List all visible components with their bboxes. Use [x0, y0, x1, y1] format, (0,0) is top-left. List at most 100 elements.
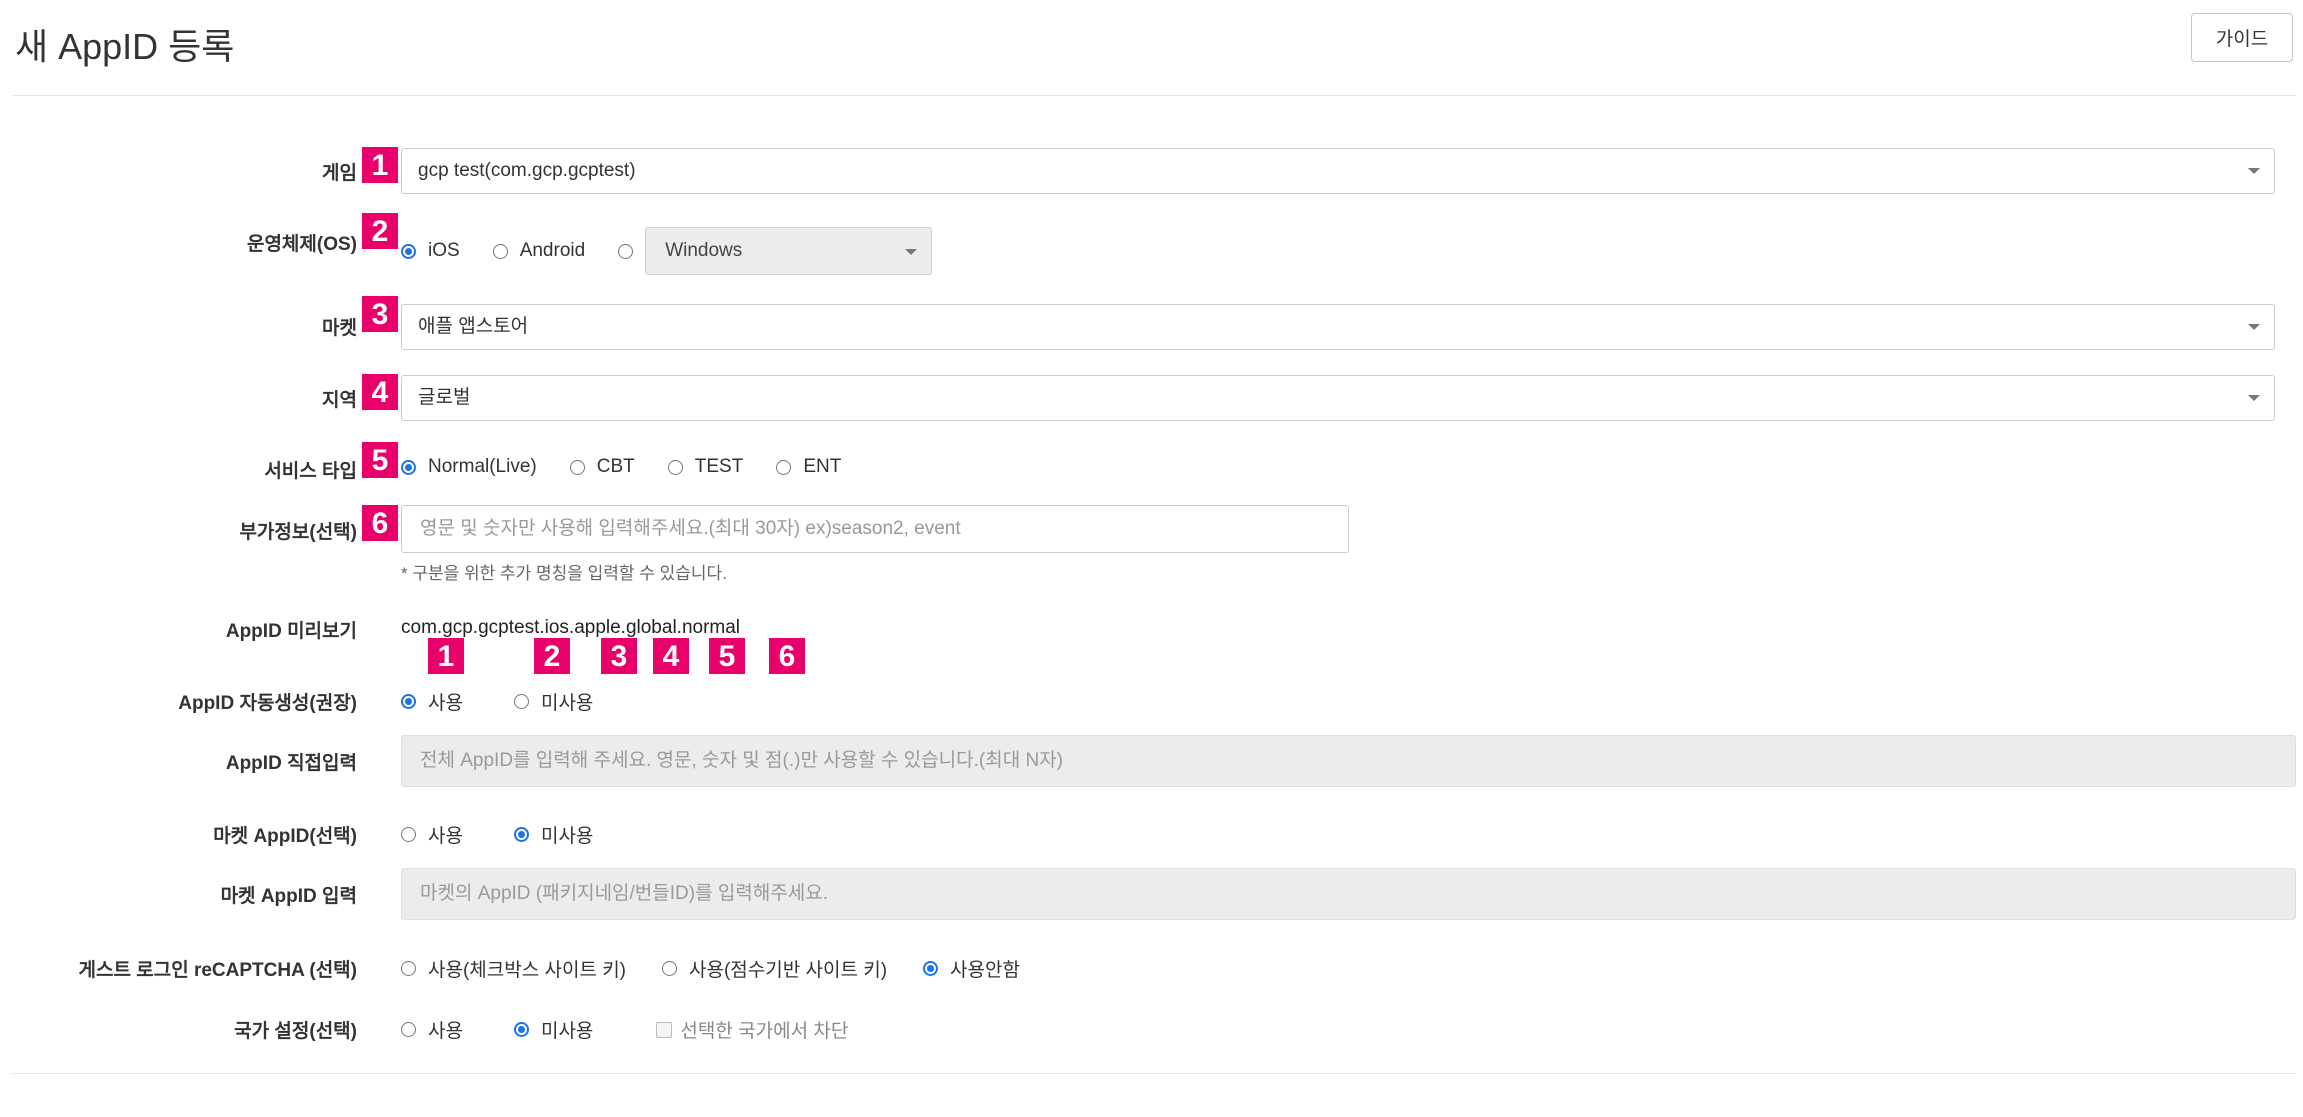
- recaptcha-option-none-label: 사용안함: [950, 960, 1020, 981]
- preview-badge-3: 3: [601, 638, 637, 674]
- service-option-cbt-label: CBT: [596, 456, 635, 477]
- market-appid-option-use[interactable]: 사용: [401, 821, 463, 848]
- appid-register-page: 새 AppID 등록 가이드 게임 1 gcp test(com.gcp.gcp…: [0, 0, 2303, 1117]
- appid-auto-radio-group: 사용 미사용: [401, 688, 626, 715]
- appid-auto-option-nouse[interactable]: 미사용: [513, 688, 593, 715]
- service-option-ent-label: ENT: [803, 456, 842, 477]
- radio-appid-auto-use[interactable]: [401, 694, 416, 709]
- service-type-radio-group: Normal(Live) CBT TEST ENT: [401, 456, 874, 478]
- os-label: 운영체제(OS): [246, 234, 357, 255]
- preview-badge-5: 5: [709, 638, 745, 674]
- country-option-nouse[interactable]: 미사용: [513, 1016, 594, 1043]
- radio-market-appid-nouse[interactable]: [513, 827, 529, 842]
- radio-android[interactable]: [492, 243, 508, 259]
- country-option-nouse-label: 미사용: [540, 1021, 594, 1042]
- radio-recaptcha-checkbox[interactable]: [401, 961, 416, 976]
- country-block-checkbox[interactable]: [656, 1021, 673, 1038]
- appid-auto-label: AppID 자동생성(권장): [178, 693, 357, 714]
- radio-appid-auto-nouse[interactable]: [513, 694, 529, 709]
- os-option-android[interactable]: Android: [492, 240, 586, 262]
- service-option-normal[interactable]: Normal(Live): [401, 456, 537, 478]
- region-label: 지역: [322, 390, 357, 411]
- radio-market-appid-use[interactable]: [401, 827, 416, 842]
- radio-recaptcha-none[interactable]: [923, 961, 939, 976]
- service-type-row: 서비스 타입 5 Normal(Live) CBT TEST ENT: [0, 442, 2303, 482]
- region-select[interactable]: 글로벌: [401, 375, 2275, 421]
- appid-preview-label: AppID 미리보기: [225, 621, 357, 642]
- market-select-value: 애플 앱스토어: [418, 316, 529, 337]
- os-option-android-label: Android: [519, 240, 586, 261]
- market-appid-input-row: 마켓 AppID 입력: [0, 868, 2303, 920]
- extra-info-input[interactable]: [401, 505, 1349, 553]
- market-select[interactable]: 애플 앱스토어: [401, 304, 2275, 350]
- chevron-down-icon: [2248, 395, 2260, 401]
- radio-cbt[interactable]: [569, 459, 585, 475]
- region-row: 지역 4 글로벌: [0, 374, 2303, 422]
- market-appid-row: 마켓 AppID(선택) 사용 미사용: [0, 818, 2303, 848]
- recaptcha-option-score[interactable]: 사용(점수기반 사이트 키): [662, 955, 887, 982]
- extra-info-label: 부가정보(선택): [239, 522, 357, 543]
- market-appid-radio-group: 사용 미사용: [401, 821, 626, 848]
- radio-normal[interactable]: [401, 459, 416, 475]
- radio-country-use[interactable]: [401, 1022, 416, 1037]
- appid-preview-value: com.gcp.gcptest.ios.apple.global.normal: [401, 617, 741, 638]
- recaptcha-radio-group: 사용(체크박스 사이트 키) 사용(점수기반 사이트 키) 사용안함: [401, 955, 1053, 982]
- chevron-down-icon: [905, 249, 918, 255]
- market-appid-option-nouse-label: 미사용: [540, 826, 594, 847]
- chevron-down-icon: [2248, 168, 2260, 174]
- service-option-test[interactable]: TEST: [667, 456, 744, 478]
- badge-4: 4: [362, 374, 398, 410]
- appid-auto-option-use[interactable]: 사용: [401, 688, 463, 715]
- country-option-use-label: 사용: [428, 1021, 463, 1042]
- preview-badge-2: 2: [534, 638, 570, 674]
- country-block-option[interactable]: 선택한 국가에서 차단: [656, 1016, 848, 1043]
- guide-button[interactable]: 가이드: [2191, 13, 2293, 62]
- appid-auto-row: AppID 자동생성(권장) 사용 미사용: [0, 685, 2303, 715]
- service-option-test-label: TEST: [694, 456, 744, 477]
- appid-auto-option-use-label: 사용: [428, 693, 463, 714]
- radio-ios[interactable]: [401, 243, 416, 259]
- radio-recaptcha-score[interactable]: [662, 961, 678, 976]
- preview-badge-4: 4: [653, 638, 689, 674]
- preview-badge-1: 1: [428, 638, 464, 674]
- page-title: 새 AppID 등록: [15, 26, 235, 67]
- market-appid-option-nouse[interactable]: 미사용: [513, 821, 594, 848]
- game-row: 게임 1 gcp test(com.gcp.gcptest): [0, 147, 2303, 195]
- preview-badge-6: 6: [769, 638, 805, 674]
- os-option-ios-label: iOS: [428, 240, 460, 261]
- recaptcha-option-checkbox[interactable]: 사용(체크박스 사이트 키): [401, 955, 626, 982]
- os-row: 운영체제(OS) 2 iOS Android Windows: [0, 213, 2303, 277]
- service-type-label: 서비스 타입: [264, 461, 357, 482]
- market-appid-input-label: 마켓 AppID 입력: [220, 886, 357, 907]
- os-other-select[interactable]: Windows: [645, 227, 933, 275]
- recaptcha-option-none[interactable]: 사용안함: [923, 955, 1020, 982]
- country-radio-group: 사용 미사용 선택한 국가에서 차단: [401, 1016, 881, 1043]
- appid-direct-input[interactable]: [401, 735, 2296, 787]
- badge-6: 6: [362, 505, 398, 541]
- radio-other[interactable]: [618, 243, 634, 259]
- appid-preview-row: AppID 미리보기 com.gcp.gcptest.ios.apple.glo…: [0, 614, 2303, 674]
- recaptcha-option-score-label: 사용(점수기반 사이트 키): [689, 960, 888, 981]
- radio-country-nouse[interactable]: [513, 1022, 529, 1037]
- service-option-ent[interactable]: ENT: [776, 456, 841, 478]
- country-block-label: 선택한 국가에서 차단: [680, 1021, 849, 1042]
- os-option-other[interactable]: Windows: [618, 227, 933, 275]
- market-appid-input[interactable]: [401, 868, 2296, 920]
- badge-2: 2: [362, 213, 398, 249]
- os-other-select-value: Windows: [665, 240, 743, 261]
- country-label: 국가 설정(선택): [234, 1021, 357, 1042]
- game-select-value: gcp test(com.gcp.gcptest): [418, 160, 636, 181]
- market-appid-option-use-label: 사용: [428, 826, 463, 847]
- country-option-use[interactable]: 사용: [401, 1016, 463, 1043]
- market-row: 마켓 3 애플 앱스토어: [0, 296, 2303, 352]
- service-option-normal-label: Normal(Live): [428, 456, 537, 477]
- radio-ent[interactable]: [776, 459, 792, 475]
- market-label: 마켓: [322, 318, 357, 339]
- badge-3: 3: [362, 296, 398, 332]
- market-appid-label: 마켓 AppID(선택): [213, 826, 357, 847]
- service-option-cbt[interactable]: CBT: [569, 456, 635, 478]
- game-select[interactable]: gcp test(com.gcp.gcptest): [401, 148, 2275, 194]
- game-label: 게임: [322, 163, 357, 184]
- os-option-ios[interactable]: iOS: [401, 240, 460, 262]
- radio-test[interactable]: [667, 459, 683, 475]
